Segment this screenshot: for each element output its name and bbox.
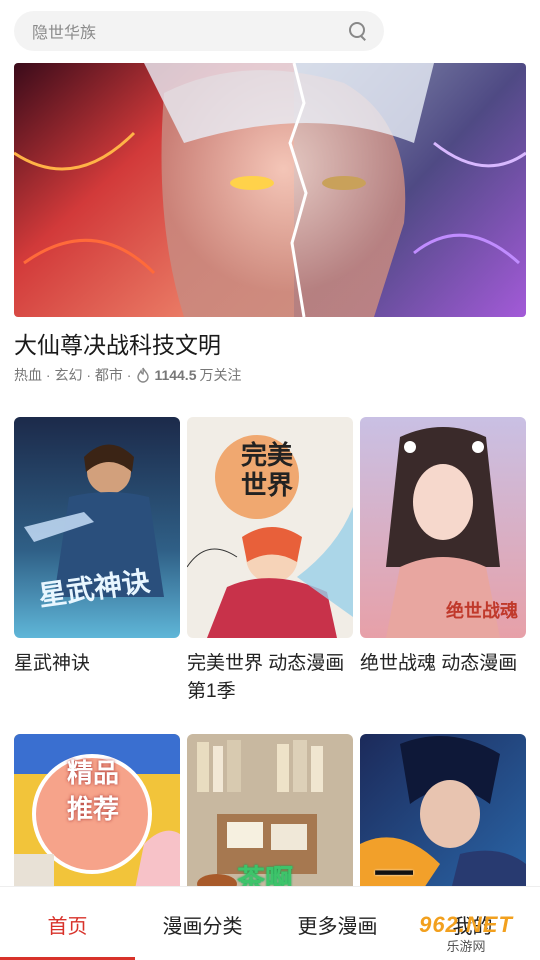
comic-card[interactable]: 完美世界 完美世界 动态漫画 第1季 bbox=[187, 417, 353, 706]
follow-number: 1144.5 bbox=[154, 367, 197, 383]
hero-tags: 热血 · 玄幻 · 都市 · bbox=[14, 367, 132, 383]
comic-card[interactable]: 绝世战魂 绝世战魂 动态漫画 bbox=[360, 417, 526, 678]
flame-icon bbox=[137, 367, 150, 383]
hero-meta: 热血 · 玄幻 · 都市 · 1144.5 万关注 bbox=[14, 365, 242, 385]
nav-more-comics[interactable]: 更多漫画 bbox=[270, 887, 405, 960]
cover-title-art: 绝世战魂 bbox=[446, 601, 518, 622]
comic-cover[interactable]: 绝世战魂 bbox=[360, 417, 526, 638]
comic-card[interactable]: 茶啊 bbox=[187, 734, 353, 894]
cover-title-art: 精品推荐 bbox=[66, 759, 119, 825]
hero-cover-image bbox=[14, 63, 526, 317]
comic-title[interactable]: 星武神诀 bbox=[14, 650, 180, 678]
watermark-logo: 962.NET 乐游网 bbox=[402, 912, 530, 954]
hero-title[interactable]: 大仙尊决战科技文明 bbox=[14, 326, 221, 360]
comic-title[interactable]: 完美世界 动态漫画 第1季 bbox=[187, 650, 353, 706]
cover-title-art: 完美世界 bbox=[241, 441, 294, 501]
comic-cover[interactable]: 星武神诀 bbox=[14, 417, 180, 638]
nav-categories[interactable]: 漫画分类 bbox=[135, 887, 270, 960]
watermark-bottom: 乐游网 bbox=[446, 938, 486, 954]
comic-card[interactable]: 一 bbox=[360, 734, 526, 894]
hero-follow-count: 1144.5 万关注 bbox=[135, 365, 242, 385]
comic-cover[interactable]: 精品推荐 bbox=[14, 734, 180, 894]
search-bar[interactable]: 隐世华族 bbox=[14, 11, 384, 51]
comic-title[interactable]: 绝世战魂 动态漫画 bbox=[360, 650, 526, 678]
comic-cover[interactable]: 茶啊 bbox=[187, 734, 353, 894]
nav-home[interactable]: 首页 bbox=[0, 887, 135, 960]
search-input[interactable]: 隐世华族 bbox=[32, 19, 348, 43]
hero-banner[interactable] bbox=[14, 63, 526, 317]
follow-unit: 万关注 bbox=[199, 367, 242, 383]
comic-cover[interactable]: 完美世界 bbox=[187, 417, 353, 638]
comic-card[interactable]: 精品推荐 bbox=[14, 734, 180, 894]
watermark-top: 962.NET bbox=[419, 911, 513, 937]
search-icon[interactable] bbox=[348, 21, 368, 41]
comic-cover[interactable]: 一 bbox=[360, 734, 526, 894]
comic-card[interactable]: 星武神诀 星武神诀 bbox=[14, 417, 180, 678]
